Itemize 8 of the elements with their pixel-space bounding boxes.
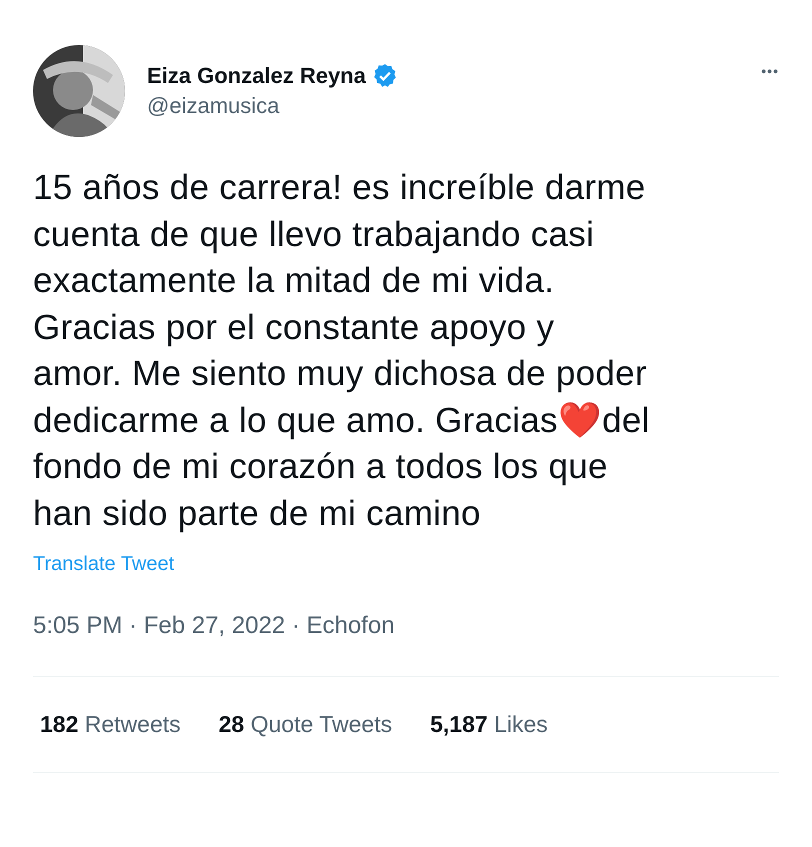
tweet-stat[interactable]: 182 Retweets <box>40 711 181 738</box>
more-options-button[interactable]: ••• <box>761 63 779 79</box>
author-handle[interactable]: @eizamusica <box>147 93 740 119</box>
tweet-text: 15 años de carrera! es increíble darme cuenta de que llevo trabajando casi exactamente la mitad de mi vida. Gracias por el constante apoyo y amor. Me siento muy dichosa de poder dedicarme a lo que amo. Gracias❤del fondo de mi corazón a todos los que han sido parte de mi camino <box>33 167 651 534</box>
tweet-timestamp: 5:05 PM · Feb 27, 2022 · Echofon <box>33 612 396 640</box>
tweet-stat[interactable]: 28 Quote Tweets <box>218 711 392 738</box>
author-name[interactable]: Eiza Gonzalez Reyna <box>147 63 366 89</box>
tweet-stat[interactable]: 5,187 Likes <box>430 711 548 738</box>
